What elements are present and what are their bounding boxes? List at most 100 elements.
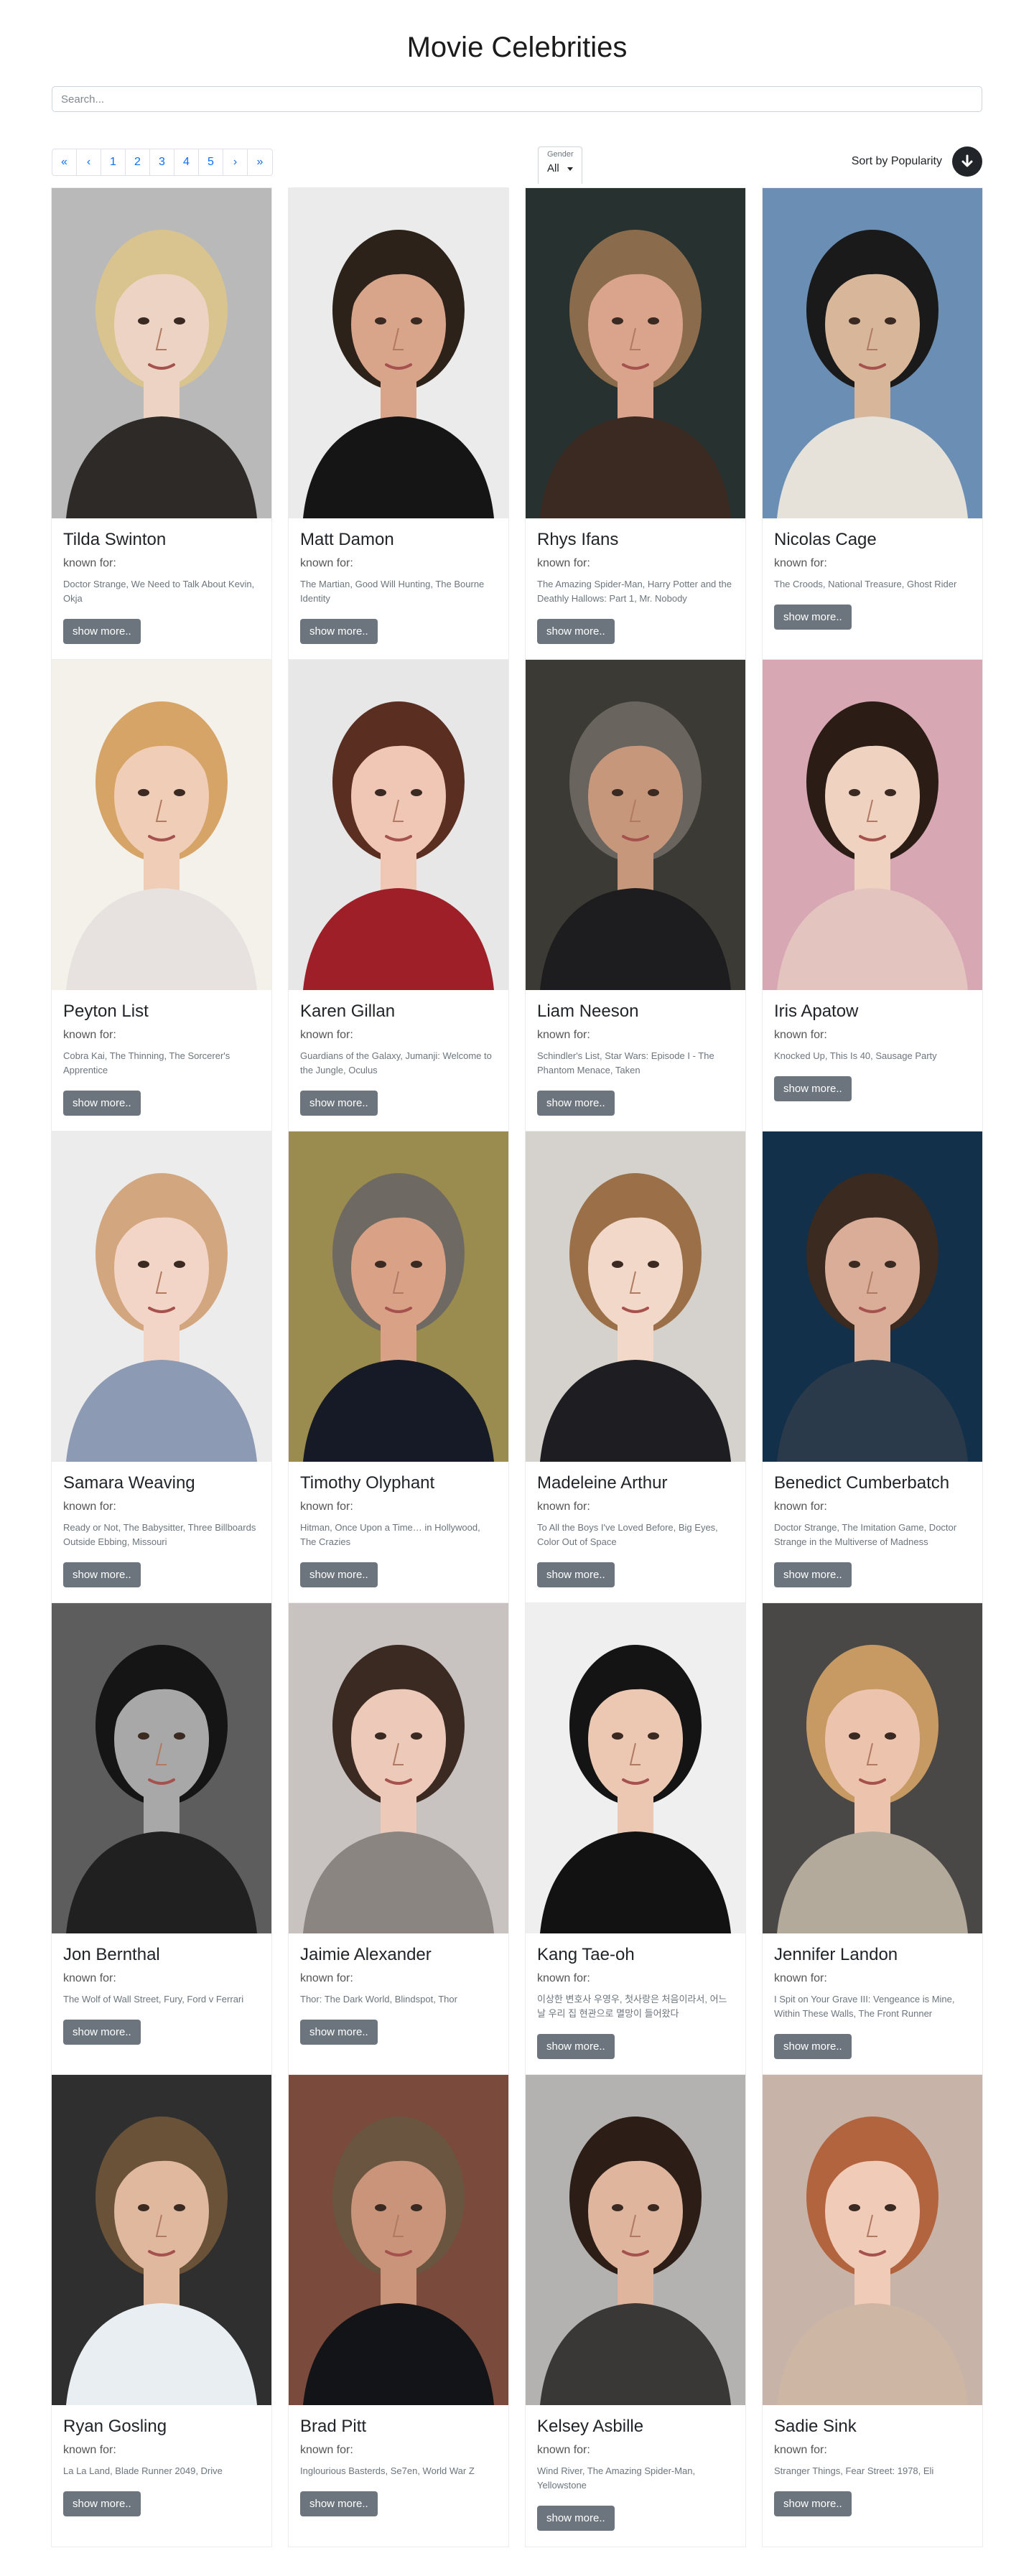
celebrity-card-body: Kelsey Asbille known for: Wind River, Th… bbox=[526, 2405, 745, 2547]
celebrity-card-body: Tilda Swinton known for: Doctor Strange,… bbox=[52, 518, 271, 660]
celebrity-name: Benedict Cumberbatch bbox=[774, 1473, 950, 1493]
celebrity-card-body: Timothy Olyphant known for: Hitman, Once… bbox=[289, 1462, 508, 1603]
celebrity-card-body: Karen Gillan known for: Guardians of the… bbox=[289, 990, 508, 1131]
celebrity-card-body: Benedict Cumberbatch known for: Doctor S… bbox=[763, 1462, 982, 1603]
show-more-button[interactable]: show more.. bbox=[774, 1076, 852, 1101]
known-for-titles: Wind River, The Amazing Spider-Man, Yell… bbox=[537, 2465, 696, 2491]
show-more-button[interactable]: show more.. bbox=[63, 1562, 141, 1587]
celebrity-grid: Tilda Swinton known for: Doctor Strange,… bbox=[52, 188, 982, 2547]
show-more-button[interactable]: show more.. bbox=[537, 1562, 615, 1587]
known-for-label: known for: bbox=[537, 2444, 590, 2456]
show-more-button[interactable]: show more.. bbox=[537, 2506, 615, 2531]
celebrity-card-body: Liam Neeson known for: Schindler's List,… bbox=[526, 990, 745, 1131]
show-more-button[interactable]: show more.. bbox=[300, 1562, 378, 1587]
known-for-titles: Guardians of the Galaxy, Jumanji: Welcom… bbox=[300, 1050, 492, 1075]
sort-control: Sort by Popularity bbox=[852, 146, 982, 177]
show-more-button[interactable]: show more.. bbox=[63, 2491, 141, 2516]
celebrity-name: Sadie Sink bbox=[774, 2417, 857, 2436]
celebrity-card-body: Rhys Ifans known for: The Amazing Spider… bbox=[526, 518, 745, 660]
celebrity-card: Benedict Cumberbatch known for: Doctor S… bbox=[763, 1131, 982, 1603]
celebrity-photo bbox=[526, 660, 745, 990]
pagination-next-button[interactable]: › bbox=[223, 149, 248, 175]
known-for-label: known for: bbox=[300, 1029, 353, 1041]
show-more-button[interactable]: show more.. bbox=[300, 1091, 378, 1116]
show-more-button[interactable]: show more.. bbox=[537, 1091, 615, 1116]
celebrity-photo bbox=[289, 188, 508, 518]
celebrity-card-body: Matt Damon known for: The Martian, Good … bbox=[289, 518, 508, 660]
pagination-page-3[interactable]: 3 bbox=[150, 149, 174, 175]
celebrity-card: Ryan Gosling known for: La La Land, Blad… bbox=[52, 2075, 271, 2547]
pagination-page-5[interactable]: 5 bbox=[199, 149, 223, 175]
known-for-label: known for: bbox=[537, 1501, 590, 1513]
celebrity-photo bbox=[763, 1131, 982, 1462]
known-for-label: known for: bbox=[774, 1501, 827, 1513]
celebrity-photo bbox=[763, 1603, 982, 1933]
known-for-titles: Thor: The Dark World, Blindspot, Thor bbox=[300, 1994, 457, 2005]
known-for-titles: Stranger Things, Fear Street: 1978, Eli bbox=[774, 2465, 934, 2476]
celebrity-card-body: Sadie Sink known for: Stranger Things, F… bbox=[763, 2405, 982, 2532]
pagination: « ‹ 1 2 3 4 5 › » bbox=[52, 149, 273, 176]
show-more-button[interactable]: show more.. bbox=[537, 619, 615, 644]
known-for-label: known for: bbox=[300, 557, 353, 569]
celebrity-photo bbox=[289, 660, 508, 990]
celebrity-card-body: Jennifer Landon known for: I Spit on You… bbox=[763, 1933, 982, 2075]
show-more-button[interactable]: show more.. bbox=[774, 605, 852, 630]
celebrity-name: Kelsey Asbille bbox=[537, 2417, 644, 2436]
pagination-last-button[interactable]: » bbox=[248, 149, 272, 175]
show-more-button[interactable]: show more.. bbox=[774, 1562, 852, 1587]
celebrity-name: Ryan Gosling bbox=[63, 2417, 167, 2436]
celebrity-card: Kang Tae-oh known for: 이상한 변호사 우영우, 첫사랑은… bbox=[526, 1603, 745, 2075]
show-more-button[interactable]: show more.. bbox=[63, 1091, 141, 1116]
celebrity-card-body: Jaimie Alexander known for: Thor: The Da… bbox=[289, 1933, 508, 2061]
search-input[interactable] bbox=[52, 86, 982, 112]
celebrity-card-body: Nicolas Cage known for: The Croods, Nati… bbox=[763, 518, 982, 645]
show-more-button[interactable]: show more.. bbox=[300, 2020, 378, 2045]
celebrity-photo bbox=[763, 660, 982, 990]
known-for-label: known for: bbox=[774, 2444, 827, 2456]
celebrity-card-body: Brad Pitt known for: Inglourious Basterd… bbox=[289, 2405, 508, 2532]
arrow-down-icon bbox=[961, 154, 973, 167]
known-for-label: known for: bbox=[63, 557, 116, 569]
celebrity-name: Kang Tae-oh bbox=[537, 1945, 635, 1964]
known-for-label: known for: bbox=[63, 1972, 116, 1984]
sort-direction-button[interactable] bbox=[952, 146, 982, 177]
show-more-button[interactable]: show more.. bbox=[774, 2034, 852, 2059]
known-for-label: known for: bbox=[63, 2444, 116, 2456]
celebrity-card-body: Iris Apatow known for: Knocked Up, This … bbox=[763, 990, 982, 1117]
celebrity-card-body: Peyton List known for: Cobra Kai, The Th… bbox=[52, 990, 271, 1131]
gender-select[interactable]: Gender All bbox=[538, 146, 582, 184]
celebrity-card-body: Kang Tae-oh known for: 이상한 변호사 우영우, 첫사랑은… bbox=[526, 1933, 745, 2075]
pagination-page-4[interactable]: 4 bbox=[174, 149, 199, 175]
celebrity-name: Rhys Ifans bbox=[537, 530, 619, 549]
show-more-button[interactable]: show more.. bbox=[774, 2491, 852, 2516]
show-more-button[interactable]: show more.. bbox=[300, 2491, 378, 2516]
known-for-label: known for: bbox=[537, 1972, 590, 1984]
known-for-titles: The Martian, Good Will Hunting, The Bour… bbox=[300, 579, 485, 604]
gender-select-label: Gender bbox=[547, 150, 574, 159]
show-more-button[interactable]: show more.. bbox=[537, 2034, 615, 2059]
gender-select-value: All bbox=[547, 162, 559, 174]
show-more-button[interactable]: show more.. bbox=[63, 619, 141, 644]
known-for-titles: The Amazing Spider-Man, Harry Potter and… bbox=[537, 579, 732, 604]
pagination-prev-button[interactable]: ‹ bbox=[77, 149, 101, 175]
celebrity-card: Rhys Ifans known for: The Amazing Spider… bbox=[526, 188, 745, 660]
celebrity-card: Jon Bernthal known for: The Wolf of Wall… bbox=[52, 1603, 271, 2075]
show-more-button[interactable]: show more.. bbox=[63, 2020, 141, 2045]
known-for-titles: La La Land, Blade Runner 2049, Drive bbox=[63, 2465, 223, 2476]
celebrity-card: Iris Apatow known for: Knocked Up, This … bbox=[763, 660, 982, 1131]
celebrity-photo bbox=[52, 188, 271, 518]
celebrity-name: Peyton List bbox=[63, 1002, 149, 1021]
known-for-titles: Cobra Kai, The Thinning, The Sorcerer's … bbox=[63, 1050, 230, 1075]
celebrity-photo bbox=[289, 1603, 508, 1933]
celebrity-name: Matt Damon bbox=[300, 530, 394, 549]
pagination-page-2[interactable]: 2 bbox=[126, 149, 150, 175]
known-for-label: known for: bbox=[774, 1029, 827, 1041]
pagination-page-1[interactable]: 1 bbox=[101, 149, 126, 175]
show-more-button[interactable]: show more.. bbox=[300, 619, 378, 644]
celebrity-photo bbox=[763, 188, 982, 518]
celebrity-photo bbox=[52, 660, 271, 990]
celebrity-card: Madeleine Arthur known for: To All the B… bbox=[526, 1131, 745, 1603]
pagination-first-button[interactable]: « bbox=[52, 149, 77, 175]
celebrity-photo bbox=[526, 1131, 745, 1462]
page-title: Movie Celebrities bbox=[406, 32, 628, 63]
